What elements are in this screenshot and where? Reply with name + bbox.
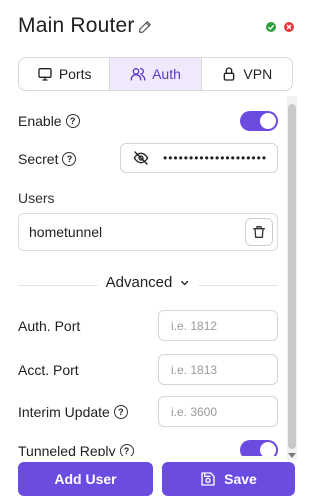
auth-port-label: Auth. Port [18,318,81,334]
help-icon[interactable]: ? [119,444,134,456]
chevron-down-icon [180,280,188,285]
status-ok-icon [266,22,276,32]
auth-port-input[interactable]: i.e. 1812 [158,310,278,341]
secret-input[interactable]: •••••••••••••••••••• [120,143,278,173]
save-icon [201,472,215,486]
user-list-item: hometunnel [18,213,278,251]
secret-label: Secret [18,151,59,167]
advanced-header[interactable]: Advanced [97,274,199,291]
tab-ports-label: Ports [58,66,92,82]
interim-update-label: Interim Update [18,404,110,420]
tab-auth[interactable]: Auth [110,58,202,90]
secret-value: •••••••••••••••••••• [163,151,268,165]
tunneled-reply-row: Tunneled Reply ? [18,443,134,456]
save-button[interactable]: Save [162,462,295,496]
scroll-down-arrow-icon[interactable] [288,453,296,458]
enable-label: Enable [18,113,62,129]
advanced-label: Advanced [105,274,173,291]
users-label: Users [18,190,55,206]
advanced-section-toggle[interactable]: Advanced [18,274,278,298]
secret-row: Secret ? [18,151,77,167]
interim-update-input[interactable]: i.e. 3600 [158,396,278,427]
enable-row: Enable ? [18,113,80,129]
lock-icon [224,67,235,81]
eye-off-icon[interactable] [133,150,149,166]
edit-pencil-icon[interactable] [138,20,152,34]
help-icon[interactable]: ? [113,405,128,419]
save-label: Save [224,471,257,487]
tab-auth-label: Auth [152,66,181,82]
delete-user-button[interactable] [245,218,273,246]
add-user-label: Add User [54,471,117,487]
users-icon [130,68,146,81]
help-icon[interactable]: ? [62,152,77,166]
scrollbar-thumb[interactable] [288,104,296,449]
close-status-icon[interactable] [284,22,294,32]
trash-icon [253,226,265,238]
tunneled-reply-label: Tunneled Reply [18,443,116,456]
interim-update-row: Interim Update ? [18,404,128,420]
tab-bar: Ports Auth VPN [18,57,293,91]
enable-toggle[interactable] [240,111,278,131]
acct-port-input[interactable]: i.e. 1813 [158,354,278,385]
page-title: Main Router [18,14,135,37]
tab-vpn-label: VPN [243,66,273,82]
acct-port-label: Acct. Port [18,362,79,378]
help-icon[interactable]: ? [65,114,80,128]
tunneled-reply-toggle[interactable] [240,440,278,456]
scrollbar[interactable] [287,96,297,460]
monitor-icon [38,68,52,81]
tab-vpn[interactable]: VPN [202,58,292,90]
add-user-button[interactable]: Add User [18,462,153,496]
auth-panel: Enable ? Secret ? •••••••••••••••••••• U… [0,96,285,456]
user-name: hometunnel [29,224,103,240]
tab-ports[interactable]: Ports [19,58,111,90]
